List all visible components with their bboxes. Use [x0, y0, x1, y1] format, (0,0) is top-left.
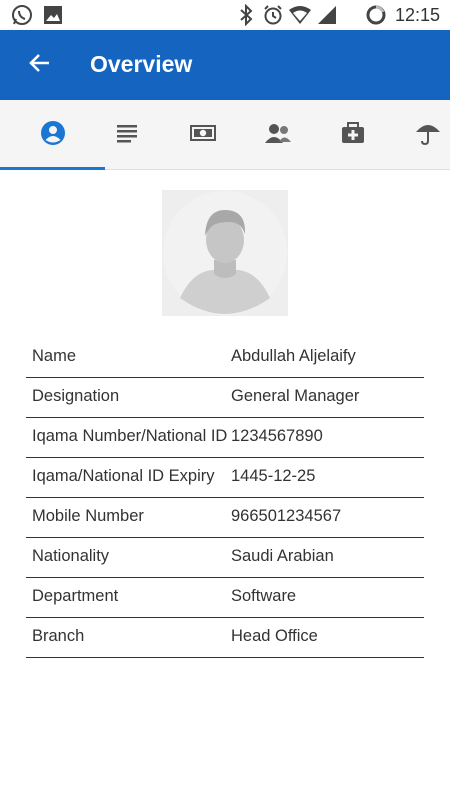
status-bar: 12:15	[0, 0, 450, 30]
detail-value: 966501234567	[231, 507, 342, 525]
tab-profile[interactable]	[15, 100, 90, 169]
details-row-department: Department Software	[26, 578, 424, 618]
detail-label: Nationality	[32, 547, 110, 565]
battery-icon	[365, 3, 387, 27]
detail-label: Department	[32, 587, 119, 605]
details-row-nationality: Nationality Saudi Arabian	[26, 538, 424, 578]
tab-dependents[interactable]	[240, 100, 315, 169]
detail-label: Iqama/National ID Expiry	[32, 467, 215, 485]
tab-medical[interactable]	[315, 100, 390, 169]
details-row-national-id: Iqama Number/National ID 1234567890	[26, 418, 424, 458]
wifi-icon	[288, 3, 312, 27]
signal-icon	[316, 3, 338, 27]
alarm-icon	[262, 3, 284, 27]
image-icon	[42, 3, 64, 27]
umbrella-icon	[415, 120, 441, 151]
tab-insurance[interactable]	[390, 100, 450, 169]
employee-details-table: Name Abdullah Aljelaify Designation Gene…	[26, 338, 424, 658]
whatsapp-icon	[10, 3, 34, 27]
tab-bar	[0, 100, 450, 170]
status-time: 12:15	[394, 5, 440, 25]
details-row-mobile: Mobile Number 966501234567	[26, 498, 424, 538]
detail-value: 1234567890	[231, 427, 323, 445]
detail-label: Mobile Number	[32, 507, 144, 525]
detail-value: 1445-12-25	[231, 467, 316, 485]
tab-details[interactable]	[89, 100, 164, 169]
detail-value: Abdullah Aljelaify	[231, 347, 356, 365]
list-icon	[116, 122, 138, 149]
tab-salary[interactable]	[165, 100, 240, 169]
detail-value: General Manager	[231, 387, 360, 405]
detail-value: Saudi Arabian	[231, 547, 334, 565]
money-icon	[189, 122, 217, 149]
details-row-name: Name Abdullah Aljelaify	[26, 338, 424, 378]
people-icon	[264, 121, 292, 150]
bluetooth-icon	[238, 3, 254, 27]
detail-label: Designation	[32, 387, 120, 405]
detail-label: Iqama Number/National ID	[32, 427, 228, 445]
details-row-id-expiry: Iqama/National ID Expiry 1445-12-25	[26, 458, 424, 498]
avatar	[162, 190, 288, 316]
detail-label: Branch	[32, 627, 85, 645]
details-row-designation: Designation General Manager	[26, 378, 424, 418]
detail-label: Name	[32, 347, 77, 365]
active-tab-indicator	[0, 167, 105, 170]
person-icon	[40, 120, 66, 151]
app-bar: Overview	[0, 30, 450, 100]
arrow-back-icon	[28, 51, 52, 80]
detail-value: Software	[231, 587, 297, 605]
avatar-placeholder-icon	[162, 191, 288, 320]
details-row-branch: Branch Head Office	[26, 618, 424, 658]
detail-value: Head Office	[231, 627, 318, 645]
medical-bag-icon	[340, 121, 366, 150]
page-title: Overview	[90, 51, 193, 77]
back-button[interactable]	[20, 49, 60, 81]
